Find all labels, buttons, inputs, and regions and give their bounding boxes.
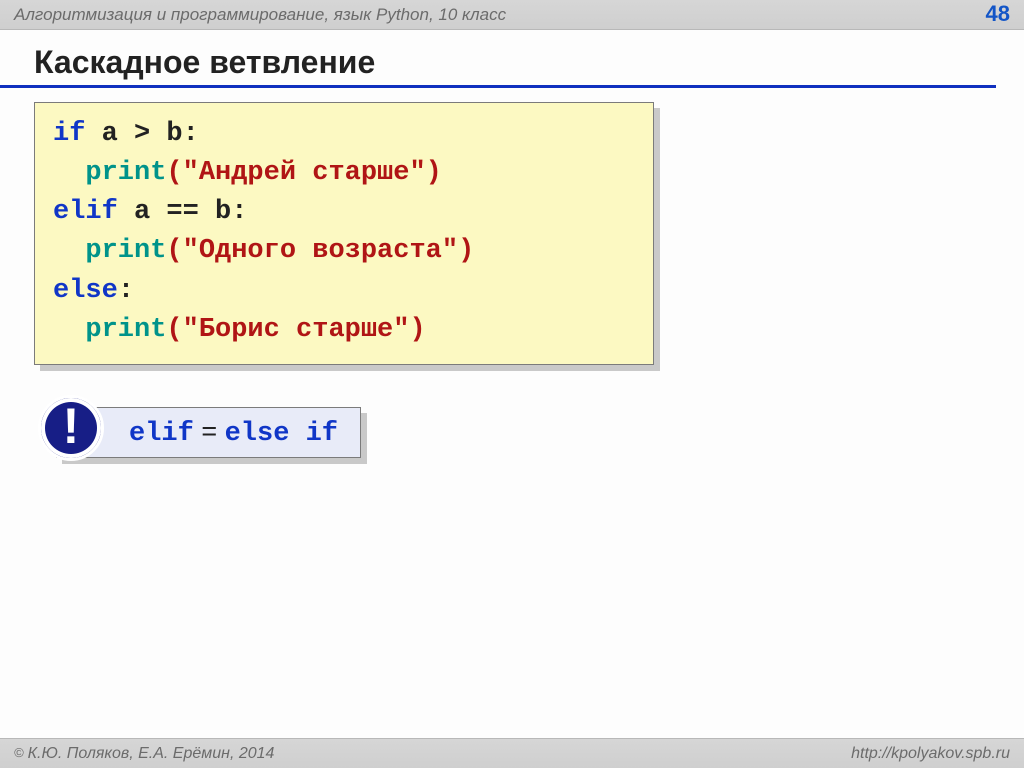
- copyright-icon: ©: [14, 745, 24, 760]
- exclamation-icon: !: [38, 395, 104, 461]
- string-literal: ("Борис старше"): [166, 315, 425, 345]
- page-number: 48: [986, 1, 1010, 27]
- func-print: print: [85, 315, 166, 345]
- slide-title: Каскадное ветвление: [0, 30, 996, 88]
- keyword-elif: elif: [53, 197, 118, 227]
- code-line: print("Борис старше"): [53, 311, 635, 350]
- code-line: print("Андрей старше"): [53, 154, 635, 193]
- note-elseif: else if: [225, 419, 338, 449]
- string-literal: ("Андрей старше"): [166, 158, 441, 188]
- note-callout: elif = else if !: [56, 407, 1024, 458]
- authors-label: ©К.Ю. Поляков, Е.А. Ерёмин, 2014: [14, 745, 274, 763]
- string-literal: ("Одного возраста"): [166, 236, 474, 266]
- note-equals: =: [194, 416, 225, 446]
- keyword-else: else: [53, 276, 118, 306]
- note-elif: elif: [129, 419, 194, 449]
- code-text: a > b:: [85, 119, 198, 149]
- func-print: print: [85, 236, 166, 266]
- code-line: elif a == b:: [53, 193, 635, 232]
- code-line: if a > b:: [53, 115, 635, 154]
- course-label: Алгоритмизация и программирование, язык …: [14, 5, 506, 25]
- func-print: print: [85, 158, 166, 188]
- code-line: else:: [53, 272, 635, 311]
- slide-footer: ©К.Ю. Поляков, Е.А. Ерёмин, 2014 http://…: [0, 738, 1024, 768]
- code-text: a == b:: [118, 197, 248, 227]
- code-block: if a > b: print("Андрей старше") elif a …: [34, 102, 654, 365]
- slide-header: Алгоритмизация и программирование, язык …: [0, 0, 1024, 30]
- keyword-if: if: [53, 119, 85, 149]
- code-text: :: [118, 276, 134, 306]
- footer-url: http://kpolyakov.spb.ru: [851, 745, 1010, 763]
- code-line: print("Одного возраста"): [53, 232, 635, 271]
